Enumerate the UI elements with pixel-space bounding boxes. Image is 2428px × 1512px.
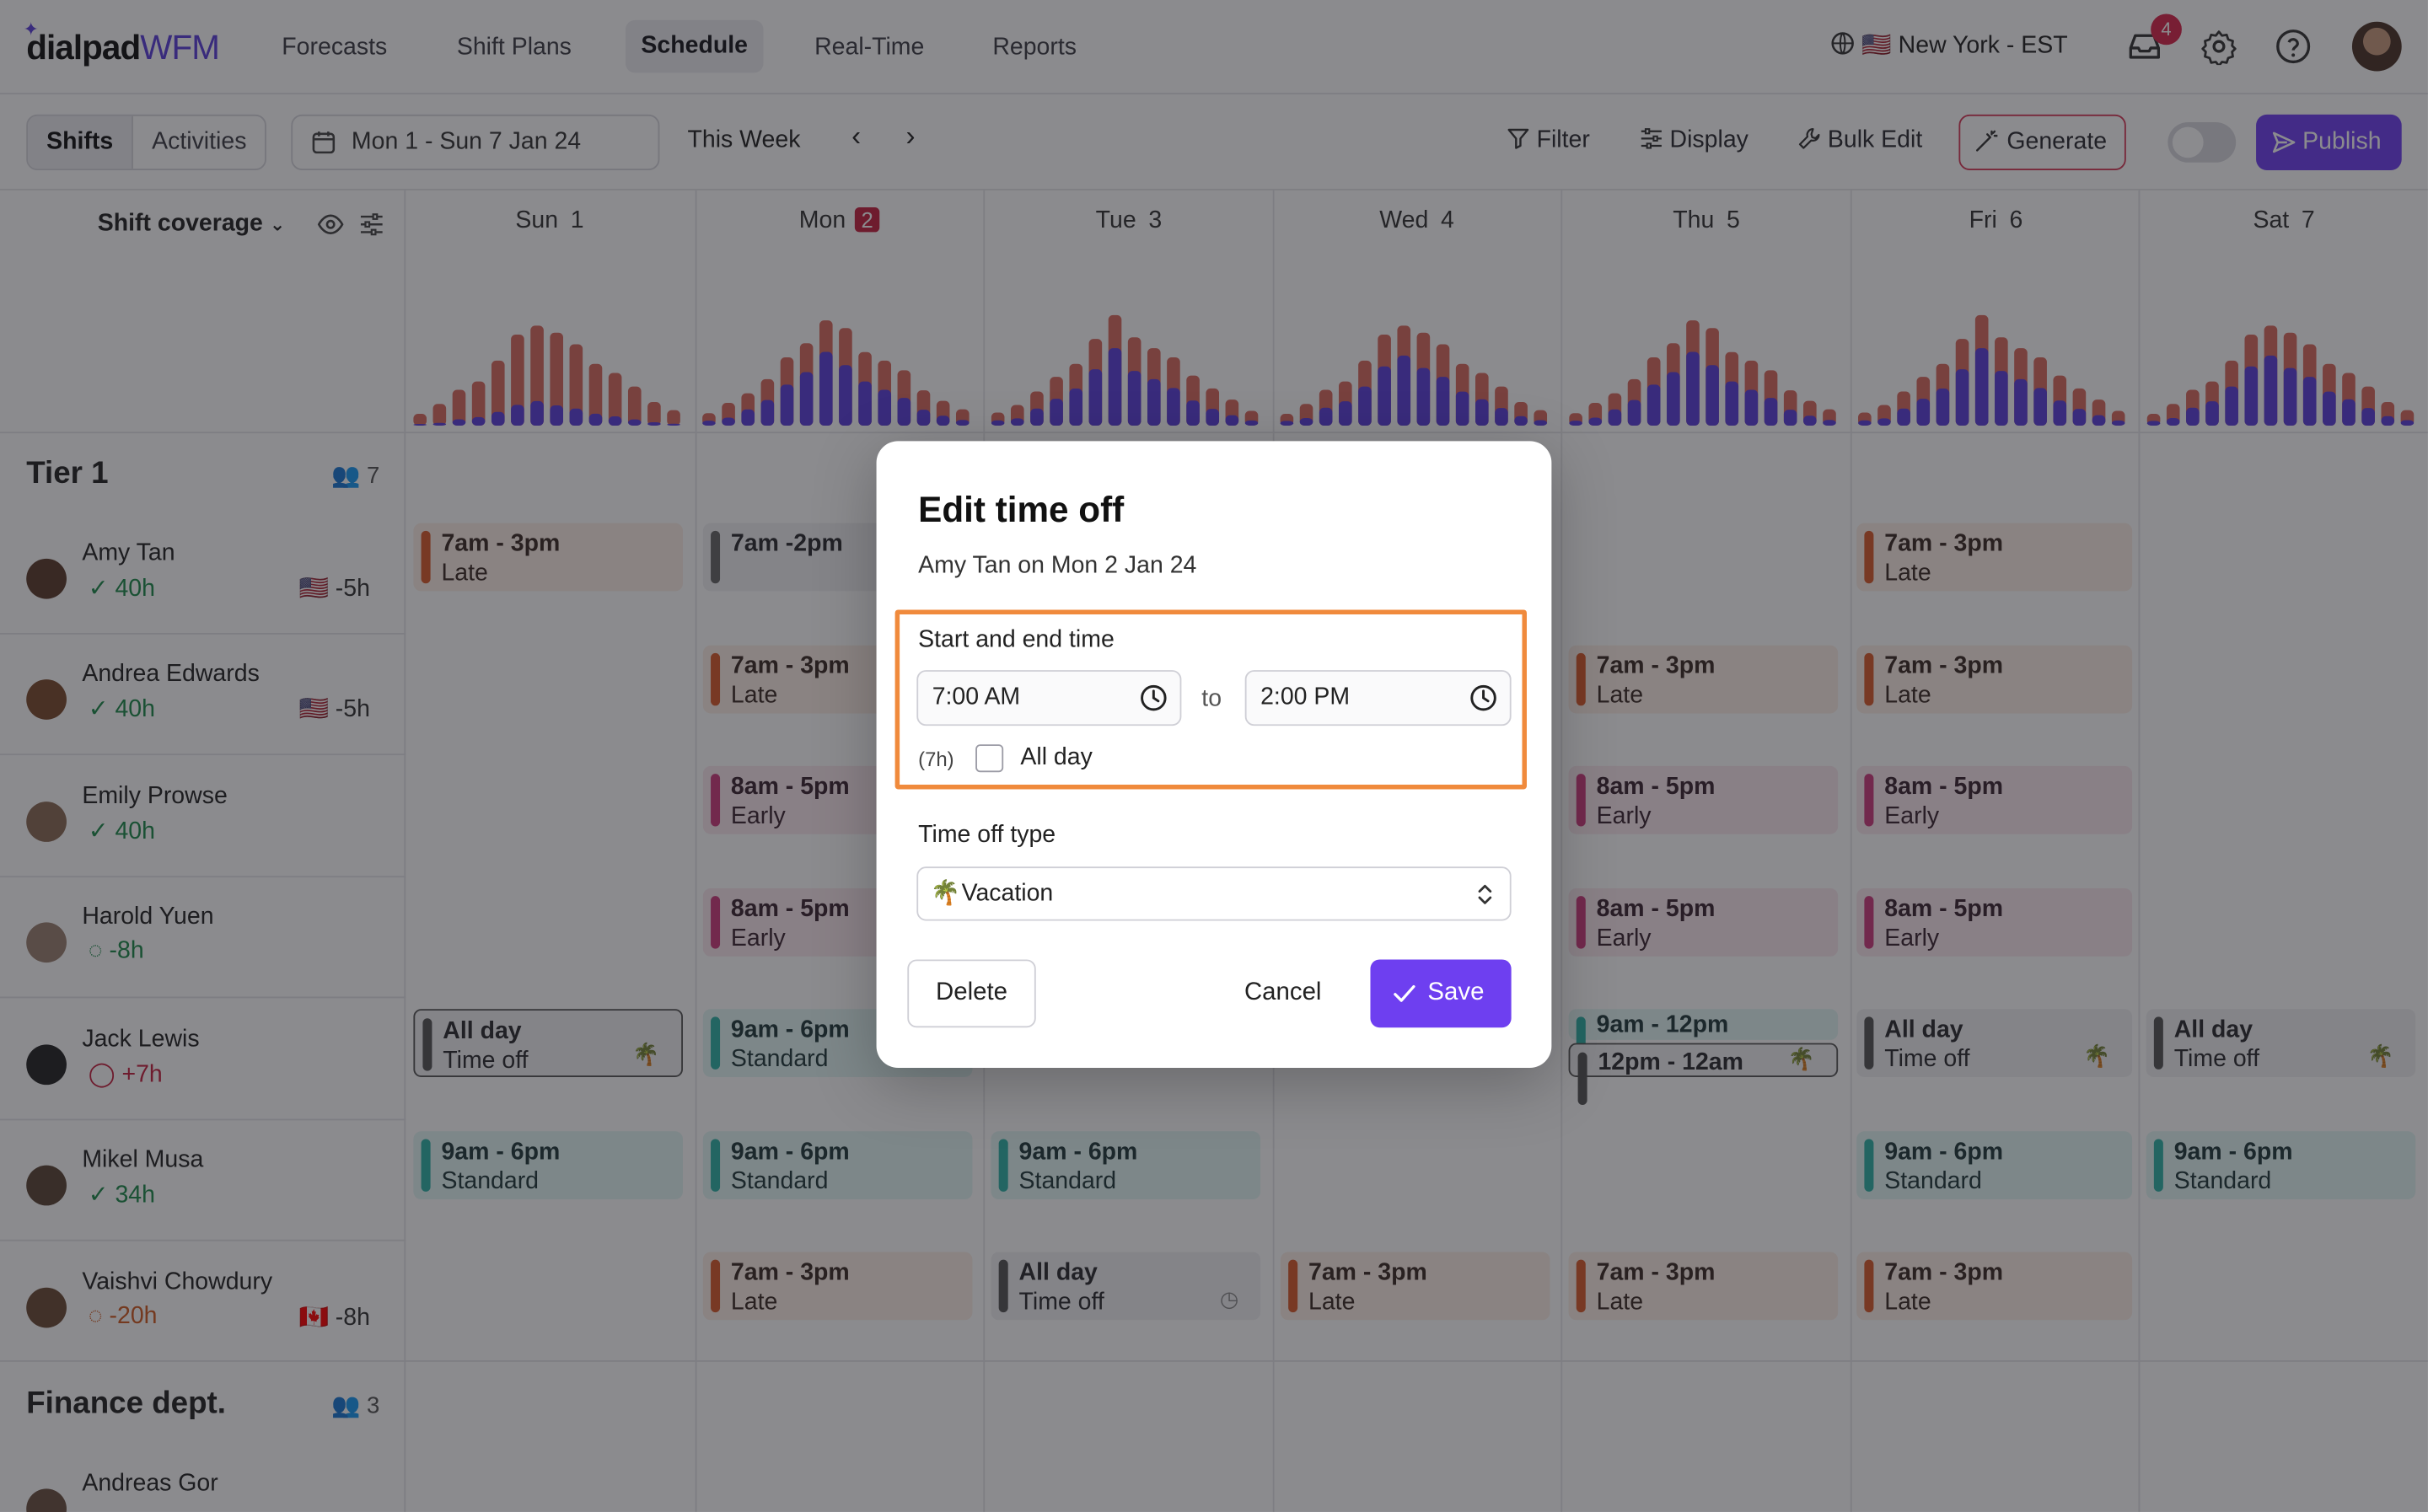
edit-time-off-dialog: Edit time off Amy Tan on Mon 2 Jan 24 St…: [876, 441, 1552, 1068]
palm-tree-icon: 🌴: [930, 880, 961, 908]
time-range-label: Start and end time: [918, 626, 1115, 653]
clock-icon: [1470, 684, 1496, 711]
end-time-value: 2:00 PM: [1260, 684, 1351, 710]
dialog-subtitle: Amy Tan on Mon 2 Jan 24: [918, 552, 1197, 579]
to-separator: to: [1201, 685, 1222, 712]
dialog-title: Edit time off: [918, 489, 1125, 529]
updown-chevron-icon: [1478, 884, 1492, 904]
cancel-button[interactable]: Cancel: [1223, 959, 1342, 1027]
time-off-type-value: Vacation: [961, 880, 1054, 908]
start-time-value: 7:00 AM: [932, 684, 1021, 710]
all-day-checkbox[interactable]: [975, 744, 1004, 773]
duration-label: (7h): [918, 747, 954, 771]
clock-icon: [1141, 684, 1167, 711]
save-label: Save: [1427, 979, 1485, 1006]
time-off-type-select[interactable]: 🌴 Vacation: [916, 866, 1512, 921]
start-time-input[interactable]: 7:00 AM: [916, 670, 1182, 727]
all-day-label[interactable]: All day: [1020, 744, 1092, 772]
time-off-type-label: Time off type: [918, 822, 1056, 849]
end-time-input[interactable]: 2:00 PM: [1244, 670, 1512, 727]
save-button[interactable]: Save: [1370, 959, 1512, 1028]
check-icon: [1394, 984, 1415, 1002]
delete-button[interactable]: Delete: [907, 959, 1036, 1028]
